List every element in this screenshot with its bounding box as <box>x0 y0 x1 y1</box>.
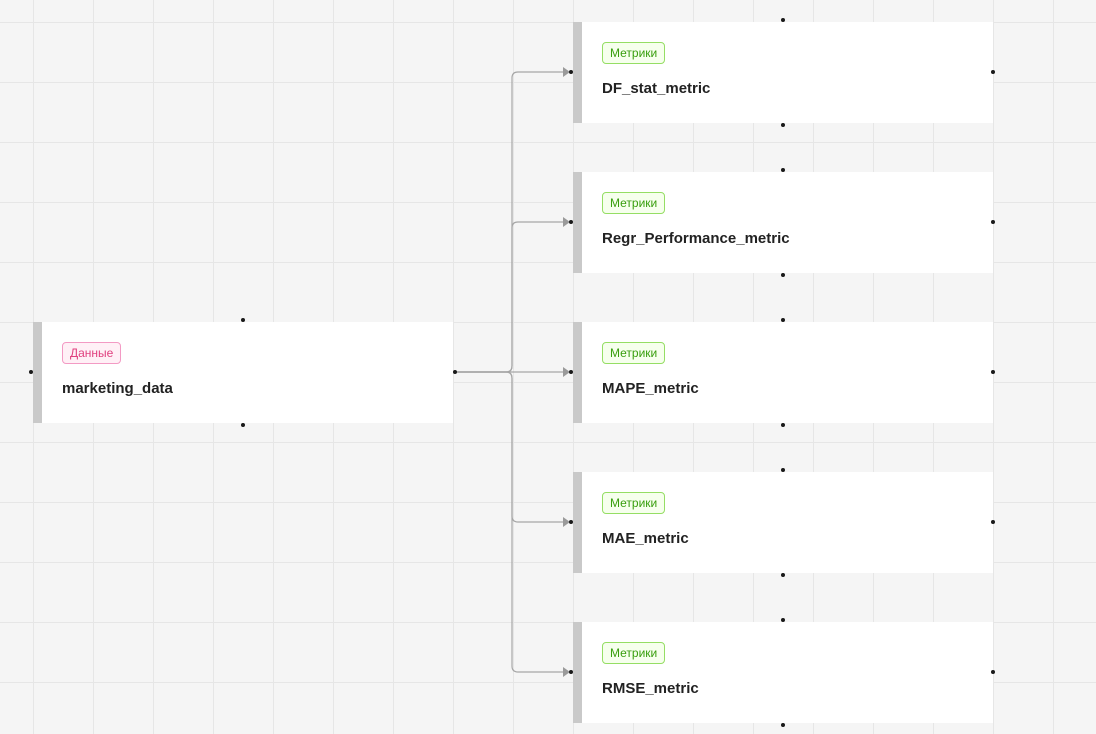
node-type-tag-data: Данные <box>62 342 122 364</box>
node-regr-performance-metric[interactable]: Метрики Regr_Performance_metric <box>573 172 993 273</box>
node-title: DF_stat_metric <box>602 80 711 97</box>
input-port[interactable] <box>569 70 573 74</box>
top-port[interactable] <box>241 318 245 322</box>
bottom-port[interactable] <box>781 273 785 277</box>
node-mape-metric[interactable]: Метрики MAPE_metric <box>573 322 993 423</box>
input-port[interactable] <box>569 670 573 674</box>
node-mae-metric[interactable]: Метрики MAE_metric <box>573 472 993 573</box>
output-port[interactable] <box>991 370 995 374</box>
node-title: MAE_metric <box>602 530 689 547</box>
input-port[interactable] <box>569 220 573 224</box>
node-type-tag-metric: Метрики <box>602 42 666 64</box>
input-port[interactable] <box>569 520 573 524</box>
node-title: Regr_Performance_metric <box>602 230 790 247</box>
bottom-port[interactable] <box>781 573 785 577</box>
node-rmse-metric[interactable]: Метрики RMSE_metric <box>573 622 993 723</box>
node-type-tag-metric: Метрики <box>602 492 666 514</box>
node-title: MAPE_metric <box>602 380 699 397</box>
node-type-tag-metric: Метрики <box>602 192 666 214</box>
node-type-tag-metric: Метрики <box>602 642 666 664</box>
output-port[interactable] <box>991 70 995 74</box>
top-port[interactable] <box>781 18 785 22</box>
node-title: marketing_data <box>62 380 173 397</box>
bottom-port[interactable] <box>781 423 785 427</box>
bottom-port[interactable] <box>781 723 785 727</box>
input-port[interactable] <box>29 370 33 374</box>
bottom-port[interactable] <box>241 423 245 427</box>
output-port[interactable] <box>991 670 995 674</box>
top-port[interactable] <box>781 318 785 322</box>
bottom-port[interactable] <box>781 123 785 127</box>
flow-canvas[interactable]: Данные marketing_data Метрики DF_stat_me… <box>0 0 1096 734</box>
edge-line-1[interactable] <box>455 221 566 373</box>
top-port[interactable] <box>781 618 785 622</box>
output-port[interactable] <box>991 520 995 524</box>
output-port[interactable] <box>991 220 995 224</box>
top-port[interactable] <box>781 468 785 472</box>
node-marketing-data[interactable]: Данные marketing_data <box>33 322 453 423</box>
top-port[interactable] <box>781 168 785 172</box>
input-port[interactable] <box>569 370 573 374</box>
edge-line-3[interactable] <box>455 371 566 523</box>
output-port[interactable] <box>453 370 457 374</box>
node-df-stat-metric[interactable]: Метрики DF_stat_metric <box>573 22 993 123</box>
node-type-tag-metric: Метрики <box>602 342 666 364</box>
node-title: RMSE_metric <box>602 680 699 697</box>
